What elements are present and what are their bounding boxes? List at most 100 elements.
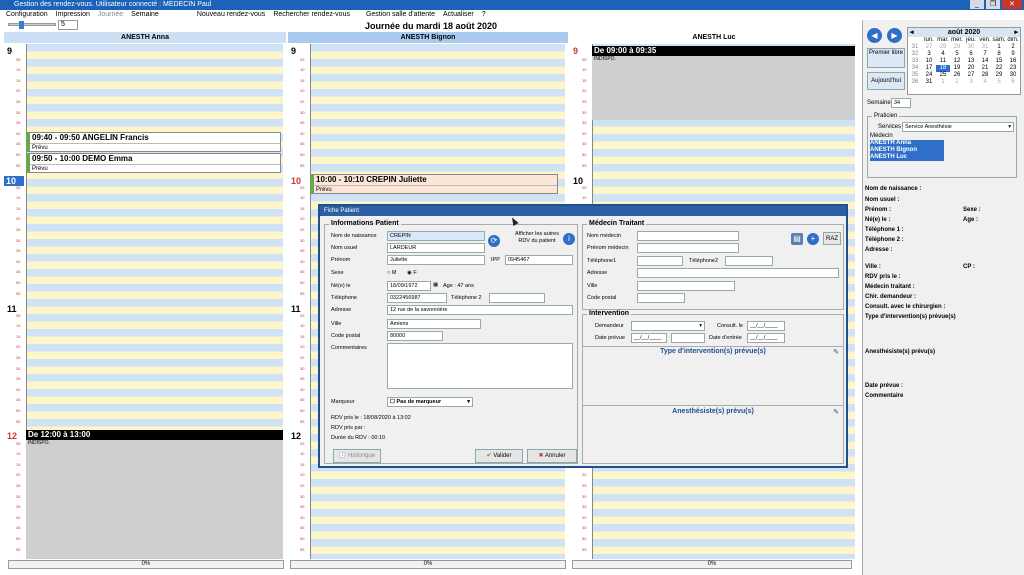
calendar-week-number[interactable]: 36 xyxy=(908,79,922,86)
menu-rechercher-rdv[interactable]: Rechercher rendez-vous xyxy=(273,10,350,20)
medecin-list[interactable]: ANESTH Anna ANESTH Bignon ANESTH Luc xyxy=(870,140,944,161)
restore-icon[interactable]: ❐ xyxy=(986,0,1000,9)
calendar-day[interactable]: 17 xyxy=(922,65,936,72)
code-postal-input[interactable]: 80000 xyxy=(387,331,443,341)
calendar-day[interactable]: 21 xyxy=(978,65,992,72)
menu-configuration[interactable]: Configuration xyxy=(6,10,48,20)
calendar-day[interactable]: 6 xyxy=(1006,79,1020,86)
ville-input[interactable]: Amiens xyxy=(387,319,481,329)
calendar-day[interactable]: 28 xyxy=(936,44,950,51)
calendar-week-number[interactable]: 31 xyxy=(908,44,922,51)
calendar-day[interactable]: 27 xyxy=(922,44,936,51)
close-icon[interactable]: ✕ xyxy=(1002,0,1022,9)
calendar-day[interactable]: 22 xyxy=(992,65,1006,72)
telephone1-medecin-input[interactable] xyxy=(637,256,683,266)
calendar-day[interactable]: 31 xyxy=(922,79,936,86)
document-icon[interactable]: ▤ xyxy=(791,233,803,245)
edit-icon[interactable]: ✎ xyxy=(833,408,839,416)
premier-libre-button[interactable]: Premier libre xyxy=(867,48,905,68)
calendar-day[interactable]: 29 xyxy=(992,72,1006,79)
calendar-day[interactable]: 2 xyxy=(950,79,964,86)
appointment-crepin[interactable]: 10:00 - 10:10 CREPIN Juliette Prévu xyxy=(310,174,558,194)
menu-salle-attente[interactable]: Gestion salle d'attente xyxy=(366,10,435,20)
raz-button[interactable]: RAZ xyxy=(823,232,841,245)
ipp-input[interactable]: 0945467 xyxy=(505,255,573,265)
medecin-item[interactable]: ANESTH Luc xyxy=(870,154,944,161)
calendar-day[interactable]: 4 xyxy=(936,51,950,58)
day-grid[interactable]: 9 10 11 12 05101520253035404550550510152… xyxy=(4,44,286,559)
calendar-day[interactable]: 20 xyxy=(964,65,978,72)
calendar-day[interactable]: 18 xyxy=(936,65,950,72)
date-entree-input[interactable]: __/__/____ xyxy=(747,333,785,343)
type-intervention-box[interactable]: Type d'intervention(s) prévue(s) ✎ xyxy=(583,346,843,404)
adresse-medecin-input[interactable] xyxy=(637,268,839,278)
marqueur-select[interactable]: ☐ Pas de marqueur ▾ xyxy=(387,397,473,407)
sexe-m-radio[interactable]: ○ M xyxy=(387,270,396,276)
calendar-day[interactable]: 2 xyxy=(1006,44,1020,51)
refresh-icon[interactable]: ⟳ xyxy=(488,235,500,247)
telephone2-medecin-input[interactable] xyxy=(725,256,773,266)
menu-semaine[interactable]: Semaine xyxy=(131,10,159,20)
calendar-day[interactable]: 1 xyxy=(992,44,1006,51)
telephone2-input[interactable] xyxy=(489,293,545,303)
valider-button[interactable]: ✔ Valider xyxy=(475,449,523,463)
medecin-item[interactable]: ANESTH Anna xyxy=(870,140,944,147)
calendar-day[interactable]: 15 xyxy=(992,58,1006,65)
calendar-day[interactable]: 11 xyxy=(936,58,950,65)
sexe-f-radio[interactable]: ◉ F xyxy=(407,270,417,276)
calendar-day[interactable]: 10 xyxy=(922,58,936,65)
chevron-down-icon[interactable]: ▾ xyxy=(699,322,702,330)
calendar-day[interactable]: 26 xyxy=(950,72,964,79)
calendar-day[interactable]: 3 xyxy=(922,51,936,58)
calendar-day[interactable]: 27 xyxy=(964,72,978,79)
calendar-day[interactable]: 4 xyxy=(978,79,992,86)
chevron-down-icon[interactable]: ▾ xyxy=(467,398,470,406)
appointment-angelin[interactable]: 09:40 - 09:50 ANGELIN Francis Prévu xyxy=(26,132,281,152)
prev-month-icon[interactable]: ◂ xyxy=(910,28,914,37)
adresse-input[interactable]: 12 rue de la savonnière xyxy=(387,305,573,315)
calendar-day[interactable]: 16 xyxy=(1006,58,1020,65)
aujourdhui-button[interactable]: Aujourd'hui xyxy=(867,72,905,90)
prenom-medecin-input[interactable] xyxy=(637,243,739,253)
commentaires-textarea[interactable] xyxy=(387,343,573,389)
calendar-day[interactable]: 3 xyxy=(964,79,978,86)
calendar-week-number[interactable]: 33 xyxy=(908,58,922,65)
menu-help[interactable]: ? xyxy=(482,10,486,20)
heure-prevue-input[interactable] xyxy=(671,333,705,343)
chevron-down-icon[interactable]: ▾ xyxy=(1008,123,1011,131)
edit-icon[interactable]: ✎ xyxy=(833,348,839,356)
calendar-week-number[interactable]: 32 xyxy=(908,51,922,58)
nom-naissance-input[interactable]: CREPIN xyxy=(387,231,485,241)
telephone-input[interactable]: 0322456987 xyxy=(387,293,447,303)
calendar-day[interactable]: 13 xyxy=(964,58,978,65)
nom-usuel-input[interactable]: LARDEUR xyxy=(387,243,485,253)
minimize-icon[interactable]: _ xyxy=(970,0,984,9)
menu-actualiser[interactable]: Actualiser xyxy=(443,10,474,20)
calendar-day[interactable]: 25 xyxy=(936,72,950,79)
calendar-day[interactable]: 12 xyxy=(950,58,964,65)
calendar-week-number[interactable]: 34 xyxy=(908,65,922,72)
calendar-day[interactable]: 30 xyxy=(964,44,978,51)
calendar-week-number[interactable]: 35 xyxy=(908,72,922,79)
ne-le-input[interactable]: 18/09/1972 xyxy=(387,281,431,291)
calendar-day[interactable]: 1 xyxy=(936,79,950,86)
annuler-button[interactable]: ✖ Annuler xyxy=(527,449,577,463)
next-day-icon[interactable]: ▶ xyxy=(887,28,902,43)
calendar-day[interactable]: 23 xyxy=(1006,65,1020,72)
date-prevue-input[interactable]: __/__/____ xyxy=(631,333,667,343)
calendar-day[interactable]: 7 xyxy=(978,51,992,58)
demandeur-select[interactable]: ▾ xyxy=(631,321,705,331)
ville-medecin-input[interactable] xyxy=(637,281,735,291)
nom-medecin-input[interactable] xyxy=(637,231,739,241)
code-postal-medecin-input[interactable] xyxy=(637,293,685,303)
consult-date-input[interactable]: __/__/____ xyxy=(747,321,785,331)
add-icon[interactable]: + xyxy=(807,233,819,245)
prenom-input[interactable]: Juliette xyxy=(387,255,485,265)
unavailable-block[interactable]: De 09:00 à 09:35 INDISPO. xyxy=(592,46,855,120)
menu-nouveau-rdv[interactable]: Nouveau rendez-vous xyxy=(197,10,266,20)
calendar-day[interactable]: 19 xyxy=(950,65,964,72)
calendar-day[interactable]: 5 xyxy=(992,79,1006,86)
calendar-day[interactable]: 28 xyxy=(978,72,992,79)
menu-impression[interactable]: Impression xyxy=(56,10,90,20)
semaine-input[interactable]: 34 xyxy=(891,98,911,108)
